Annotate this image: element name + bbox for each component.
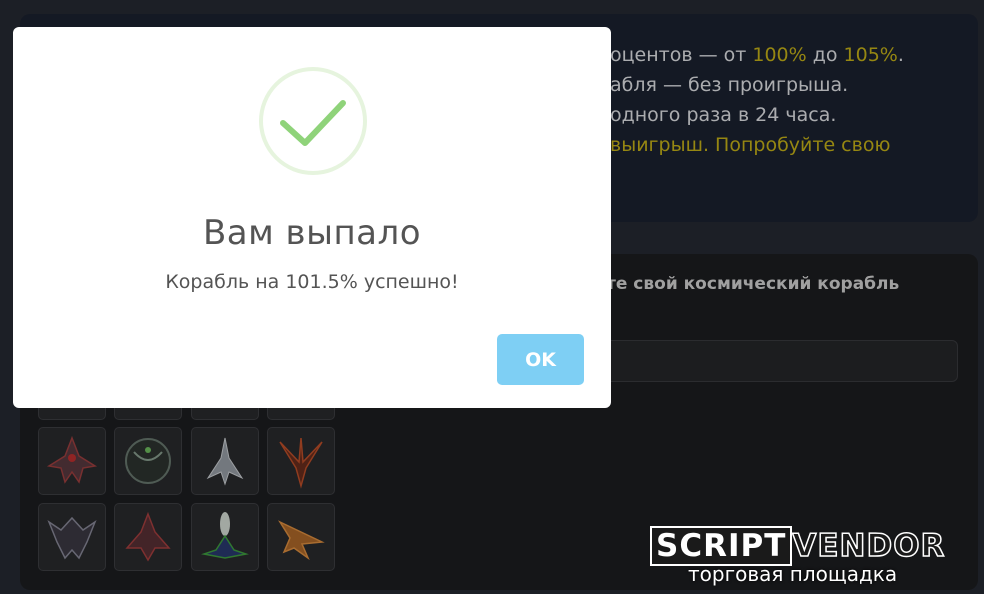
watermark-subtitle: торговая площадка	[688, 562, 898, 586]
modal-title: Вам выпало	[202, 213, 422, 253]
ok-button[interactable]: OK	[497, 334, 584, 385]
result-modal: Вам выпало Корабль на 101.5% успешно! OK	[13, 27, 611, 408]
modal-message: Корабль на 101.5% успешно!	[165, 271, 459, 293]
watermark-logo: SCRIPT VENDOR	[650, 526, 945, 566]
checkmark-icon	[259, 67, 367, 175]
